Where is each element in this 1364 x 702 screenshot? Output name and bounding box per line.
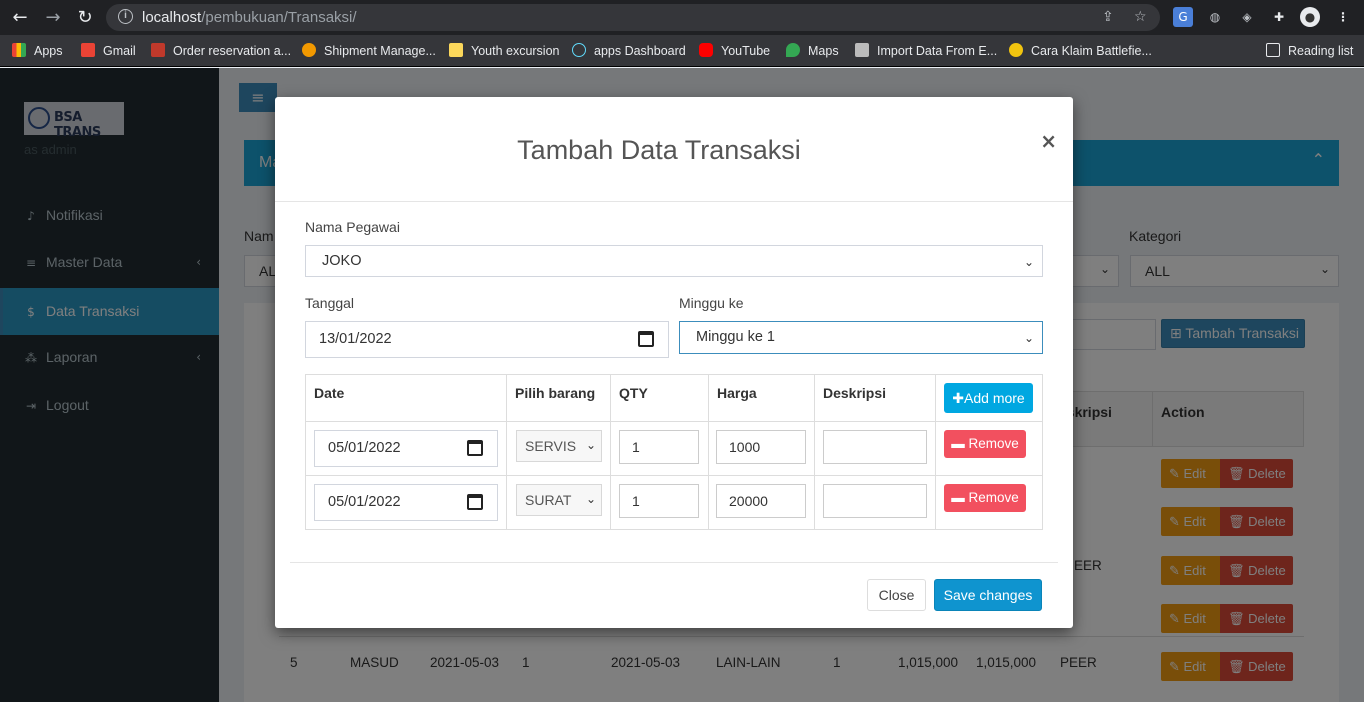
bookmark-youth-excursion[interactable]: Youth excursion <box>449 42 560 60</box>
chevron-down-icon: ⌄ <box>583 492 596 506</box>
row-barang-select[interactable]: SERVIS ⌄ <box>516 430 602 462</box>
modal-footer-divider <box>290 562 1058 563</box>
bookmark-youtube[interactable]: YouTube <box>699 42 770 60</box>
row-date-value: 05/01/2022 <box>328 440 401 456</box>
row-date-input[interactable]: 05/01/2022 <box>314 484 498 521</box>
tanggal-date-input[interactable]: 13/01/2022 <box>305 321 669 358</box>
minus-icon: ▬ <box>951 436 969 451</box>
nama-pegawai-select[interactable]: JOKO ⌄ <box>305 245 1043 277</box>
minggu-ke-value: Minggu ke 1 <box>696 329 775 345</box>
reading-list[interactable]: Reading list <box>1266 42 1353 60</box>
react-icon <box>572 43 586 57</box>
reading-list-icon <box>1266 43 1280 57</box>
add-more-button[interactable]: ✚Add more <box>944 383 1033 413</box>
order-icon <box>151 43 165 57</box>
tanggal-value: 13/01/2022 <box>319 331 392 347</box>
chevron-down-icon: ⌄ <box>1023 255 1034 269</box>
column-header-qty: QTY <box>610 374 709 422</box>
reload-icon[interactable]: ↻ <box>73 6 97 30</box>
shield-extension-icon[interactable]: ◈ <box>1237 7 1257 27</box>
minggu-ke-select[interactable]: Minggu ke 1 ⌄ <box>679 321 1043 354</box>
column-deskripsi-label: Deskripsi <box>823 385 887 401</box>
row-harga-input[interactable]: 1000 <box>716 430 806 464</box>
minggu-ke-label: Minggu ke <box>679 295 744 311</box>
remove-label: Remove <box>968 436 1019 451</box>
row-qty-value: 1 <box>632 493 640 509</box>
shipment-icon <box>302 43 316 57</box>
browser-toolbar: ← → ↻ i localhost/pembukuan/Transaksi/ ⇪… <box>0 0 1364 35</box>
modal-divider <box>275 201 1073 202</box>
minus-icon: ▬ <box>951 490 969 505</box>
nama-pegawai-label: Nama Pegawai <box>305 219 400 235</box>
share-icon[interactable]: ⇪ <box>1102 9 1114 25</box>
maps-pin-icon <box>786 43 800 57</box>
puzzle-extension-icon[interactable]: ✚ <box>1269 7 1289 27</box>
chevron-down-icon: ⌄ <box>1023 331 1034 345</box>
add-more-label: Add more <box>964 390 1025 406</box>
back-icon[interactable]: ← <box>8 6 32 30</box>
column-pilih-barang-label: Pilih barang <box>515 385 596 401</box>
column-qty-label: QTY <box>619 385 648 401</box>
row-barang-value: SURAT <box>525 492 572 508</box>
modal-title: Tambah Data Transaksi <box>517 135 801 165</box>
row-date-value: 05/01/2022 <box>328 494 401 510</box>
tanggal-label: Tanggal <box>305 295 355 311</box>
calendar-icon[interactable] <box>467 494 483 510</box>
row-harga-input[interactable]: 20000 <box>716 484 806 518</box>
row-barang-value: SERVIS <box>525 438 577 454</box>
plus-icon: ✚ <box>952 390 965 406</box>
bookmark-order-reservation[interactable]: Order reservation a... <box>151 42 291 60</box>
forward-icon[interactable]: → <box>41 6 65 30</box>
bookmarks-bar: Apps Gmail Order reservation a... Shipme… <box>0 35 1364 67</box>
gmail-icon <box>81 43 95 57</box>
column-header-deskripsi: Deskripsi <box>814 374 936 422</box>
bookmark-apps[interactable]: Apps <box>12 42 63 60</box>
calendar-icon[interactable] <box>638 331 654 347</box>
bookmark-cara-klaim[interactable]: Cara Klaim Battlefie... <box>1009 42 1152 60</box>
remove-row-button[interactable]: ▬ Remove <box>944 484 1026 512</box>
column-date-label: Date <box>314 385 345 401</box>
tambah-transaksi-modal: Tambah Data Transaksi × Nama Pegawai JOK… <box>275 97 1073 628</box>
row-qty-input[interactable]: 1 <box>619 430 699 464</box>
column-header-date: Date <box>305 374 507 422</box>
row-harga-value: 1000 <box>729 439 761 455</box>
remove-row-button[interactable]: ▬ Remove <box>944 430 1026 458</box>
youtube-icon <box>699 43 713 57</box>
row-date-input[interactable]: 05/01/2022 <box>314 430 498 467</box>
translate-extension-icon[interactable]: G <box>1173 7 1193 27</box>
bookmark-maps[interactable]: Maps <box>786 42 839 60</box>
chevron-down-icon: ⌄ <box>583 438 596 452</box>
row-qty-value: 1 <box>632 439 640 455</box>
globe-extension-icon[interactable]: ◍ <box>1205 7 1225 27</box>
close-button[interactable]: Close <box>867 579 926 611</box>
close-icon[interactable]: × <box>1040 129 1057 153</box>
row-harga-value: 20000 <box>729 493 768 509</box>
tm-icon <box>855 43 869 57</box>
calendar-icon[interactable] <box>467 440 483 456</box>
save-changes-button[interactable]: Save changes <box>934 579 1042 611</box>
address-bar[interactable]: i localhost/pembukuan/Transaksi/ ⇪ ☆ <box>106 4 1160 31</box>
remove-label: Remove <box>968 490 1019 505</box>
row-deskripsi-input[interactable] <box>823 430 927 464</box>
bookmark-apps-dashboard[interactable]: apps Dashboard <box>572 42 686 60</box>
url-text: localhost/pembukuan/Transaksi/ <box>142 9 357 26</box>
site-info-icon[interactable]: i <box>118 9 133 24</box>
row-deskripsi-input[interactable] <box>823 484 927 518</box>
column-harga-label: Harga <box>717 385 757 401</box>
bookmark-gmail[interactable]: Gmail <box>81 42 136 60</box>
row-barang-select[interactable]: SURAT ⌄ <box>516 484 602 516</box>
row-qty-input[interactable]: 1 <box>619 484 699 518</box>
bookmark-shipment[interactable]: Shipment Manage... <box>302 42 436 60</box>
menu-kebab-icon[interactable]: ⋮ <box>1333 7 1353 27</box>
bookmark-import-data[interactable]: Import Data From E... <box>855 42 997 60</box>
nama-pegawai-value: JOKO <box>322 253 362 269</box>
note-icon <box>449 43 463 57</box>
column-header-harga: Harga <box>708 374 815 422</box>
bookmark-star-icon[interactable]: ☆ <box>1134 9 1147 25</box>
column-header-pilih-barang: Pilih barang <box>506 374 611 422</box>
game-icon <box>1009 43 1023 57</box>
apps-grid-icon <box>12 43 26 57</box>
profile-avatar-icon[interactable]: ● <box>1300 7 1320 27</box>
